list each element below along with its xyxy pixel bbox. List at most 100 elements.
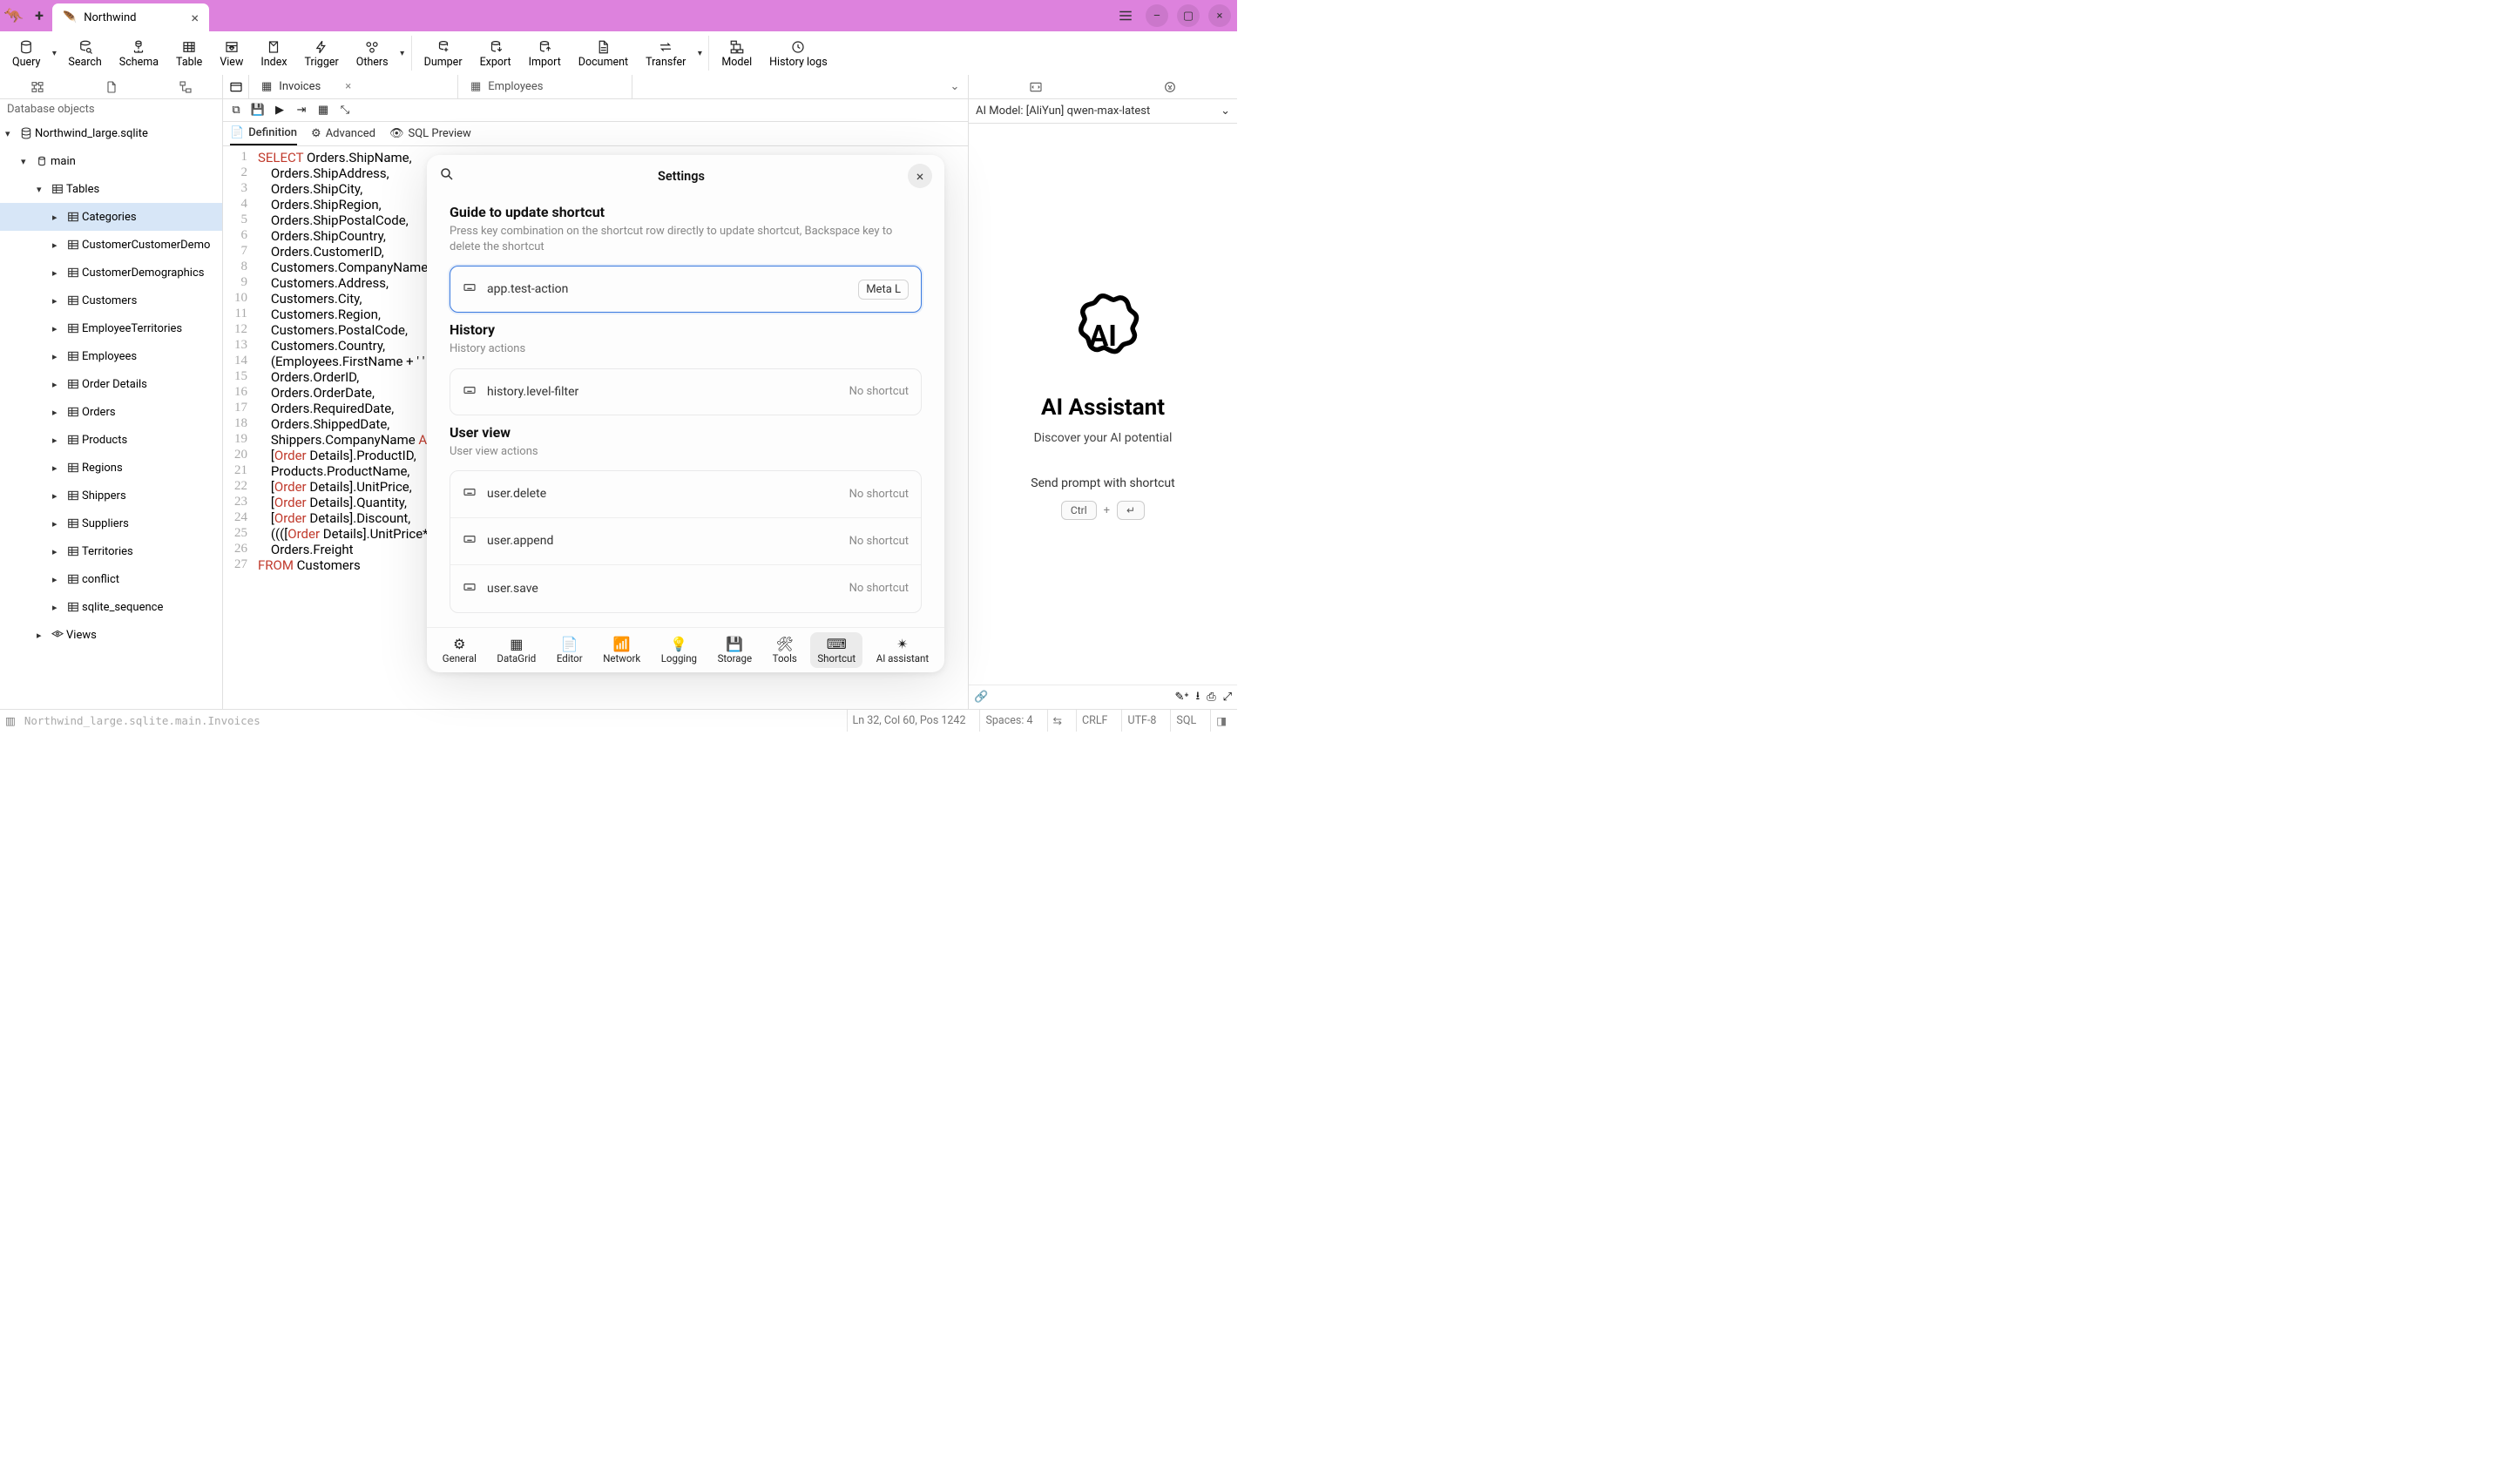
sidebar-tab-model[interactable] xyxy=(148,75,222,98)
settings-tab-datagrid[interactable]: ▦DataGrid xyxy=(490,632,543,668)
toolbar-dumper-button[interactable]: Dumper xyxy=(416,37,471,71)
editor-newtab-button[interactable] xyxy=(223,75,249,98)
tree-table-order-details[interactable]: ▸Order Details xyxy=(0,370,222,398)
window-tab[interactable]: 🪶 Northwind × xyxy=(52,3,209,31)
status-language[interactable]: SQL xyxy=(1170,710,1201,732)
tab-advanced[interactable]: ⚙Advanced xyxy=(311,122,375,145)
grid-icon[interactable]: ▦ xyxy=(315,103,331,118)
tree-table-territories[interactable]: ▸Territories xyxy=(0,537,222,565)
sidebar-tab-objects[interactable] xyxy=(0,75,74,98)
tree-table-suppliers[interactable]: ▸Suppliers xyxy=(0,509,222,537)
save-icon[interactable]: 💾 xyxy=(250,103,266,118)
close-icon[interactable]: × xyxy=(345,80,351,93)
main-toolbar: Query▾SearchSchemaTableViewIndexTriggerO… xyxy=(0,31,1237,75)
settings-tab-logging[interactable]: 💡Logging xyxy=(654,632,704,668)
close-tab-icon[interactable]: × xyxy=(191,10,199,26)
status-indent-icon[interactable]: ⇆ xyxy=(1047,710,1067,732)
shortcut-row[interactable]: user.appendNo shortcut xyxy=(450,518,921,565)
expand-icon[interactable]: ⤢ xyxy=(1223,691,1232,704)
toolbar-transfer-button[interactable]: Transfer xyxy=(637,37,694,71)
tree-table-employees[interactable]: ▸Employees xyxy=(0,342,222,370)
settings-tab-ai-assistant[interactable]: ✴AI assistant xyxy=(869,632,936,668)
tree-views-group[interactable]: ▸Views xyxy=(0,621,222,649)
status-encoding[interactable]: UTF-8 xyxy=(1121,710,1161,732)
toolbar-trigger-button[interactable]: Trigger xyxy=(296,37,348,71)
toolbar-export-button[interactable]: Export xyxy=(471,37,520,71)
toolbar-query-dropdown[interactable]: ▾ xyxy=(49,49,59,58)
ai-panel-tab-code[interactable] xyxy=(969,75,1103,98)
tree-table-orders[interactable]: ▸Orders xyxy=(0,398,222,426)
toolbar-schema-button[interactable]: Schema xyxy=(111,37,167,71)
tab-sql-preview[interactable]: 👁SQL Preview xyxy=(389,122,471,145)
shortcut-row[interactable]: history.level-filterNo shortcut xyxy=(450,368,922,415)
settings-close-button[interactable]: × xyxy=(908,164,932,188)
tree-table-categories[interactable]: ▸Categories xyxy=(0,203,222,231)
run-icon[interactable]: ▶ xyxy=(272,103,287,118)
tree-table-conflict[interactable]: ▸conflict xyxy=(0,565,222,593)
toolbar-import-button[interactable]: Import xyxy=(520,37,570,71)
settings-tab-network[interactable]: 📶Network xyxy=(596,632,647,668)
link-icon[interactable]: 🔗 xyxy=(974,691,988,704)
toolbar-others-dropdown[interactable]: ▾ xyxy=(397,49,408,58)
hamburger-menu-button[interactable] xyxy=(1110,0,1141,31)
search-icon[interactable] xyxy=(439,166,455,186)
download-icon[interactable]: ⭳ xyxy=(1196,688,1200,707)
toolbar-document-button[interactable]: Document xyxy=(570,37,637,71)
status-position[interactable]: Ln 32, Col 60, Pos 1242 xyxy=(847,710,971,732)
editor-tab-employees[interactable]: ▦Employees xyxy=(458,75,632,98)
tree-tables-group[interactable]: ▾Tables xyxy=(0,175,222,203)
toolbar-view-button[interactable]: View xyxy=(211,37,252,71)
collapse-icon[interactable]: ⤡ xyxy=(337,103,353,118)
settings-section-heading: History xyxy=(450,321,922,338)
toolbar-index-button[interactable]: Index xyxy=(252,37,295,71)
window-close-button[interactable]: × xyxy=(1204,0,1235,31)
window-maximize-button[interactable]: ▢ xyxy=(1173,0,1204,31)
settings-tab-general[interactable]: ⚙General xyxy=(436,632,484,668)
sidebar-title: Database objects xyxy=(0,99,222,119)
tree-table-sqlite_sequence[interactable]: ▸sqlite_sequence xyxy=(0,593,222,621)
toolbar-others-button[interactable]: Others xyxy=(348,37,397,71)
settings-tab-tools[interactable]: 🛠Tools xyxy=(766,632,804,668)
tree-table-shippers[interactable]: ▸Shippers xyxy=(0,482,222,509)
shortcut-row[interactable]: app.test-actionMeta L xyxy=(450,266,922,313)
layout-icon[interactable]: ⧉ xyxy=(228,103,244,118)
keyboard-icon xyxy=(463,383,477,401)
tree-table-employeeterritories[interactable]: ▸EmployeeTerritories xyxy=(0,314,222,342)
tree-database[interactable]: ▾Northwind_large.sqlite xyxy=(0,119,222,147)
ai-panel: AI Model: [AliYun] qwen-max-latest ⌄ AI … xyxy=(969,75,1237,709)
shortcut-row[interactable]: user.saveNo shortcut xyxy=(450,565,921,612)
toolbar-historylogs-button[interactable]: History logs xyxy=(761,37,836,71)
new-chat-icon[interactable]: ✎⁺ xyxy=(1175,691,1189,704)
status-layout-icon[interactable]: ◨ xyxy=(1210,710,1232,732)
panel-toggle-icon[interactable]: ▥ xyxy=(5,714,16,728)
toolbar-search-button[interactable]: Search xyxy=(59,37,110,71)
ai-panel-hint: Send prompt with shortcut xyxy=(1031,476,1174,490)
settings-tab-storage[interactable]: 💾Storage xyxy=(711,632,760,668)
editor-tabs-overflow[interactable]: ⌄ xyxy=(942,75,968,98)
toolbar-model-button[interactable]: Model xyxy=(713,37,761,71)
tree-table-customers[interactable]: ▸Customers xyxy=(0,287,222,314)
toolbar-transfer-dropdown[interactable]: ▾ xyxy=(694,49,705,58)
tree-table-customercustomerdemo[interactable]: ▸CustomerCustomerDemo xyxy=(0,231,222,259)
shortcut-row[interactable]: user.deleteNo shortcut xyxy=(450,471,921,518)
ai-model-selector[interactable]: AI Model: [AliYun] qwen-max-latest ⌄ xyxy=(969,99,1237,124)
tree-table-regions[interactable]: ▸Regions xyxy=(0,454,222,482)
settings-tab-shortcut[interactable]: ⌨Shortcut xyxy=(810,632,862,668)
status-eol[interactable]: CRLF xyxy=(1076,710,1112,732)
tree-table-products[interactable]: ▸Products xyxy=(0,426,222,454)
tree-table-customerdemographics[interactable]: ▸CustomerDemographics xyxy=(0,259,222,287)
ai-panel-tab-ai[interactable] xyxy=(1103,75,1237,98)
sidebar-tab-sql[interactable] xyxy=(74,75,148,98)
tab-definition[interactable]: 📄Definition xyxy=(230,122,297,145)
settings-modal: Settings × Guide to update shortcutPress… xyxy=(427,155,944,672)
editor-tab-invoices[interactable]: ▦Invoices× xyxy=(249,75,458,98)
toolbar-table-button[interactable]: Table xyxy=(167,37,211,71)
toolbar-query-button[interactable]: Query xyxy=(3,37,49,71)
align-icon[interactable]: ⇥ xyxy=(294,103,309,118)
status-spaces[interactable]: Spaces: 4 xyxy=(979,710,1038,732)
new-tab-button[interactable]: + xyxy=(26,7,52,25)
window-minimize-button[interactable]: – xyxy=(1141,0,1173,31)
settings-tab-editor[interactable]: 📄Editor xyxy=(550,632,590,668)
export-icon[interactable]: ⎙ xyxy=(1207,691,1215,704)
tree-schema[interactable]: ▾main xyxy=(0,147,222,175)
